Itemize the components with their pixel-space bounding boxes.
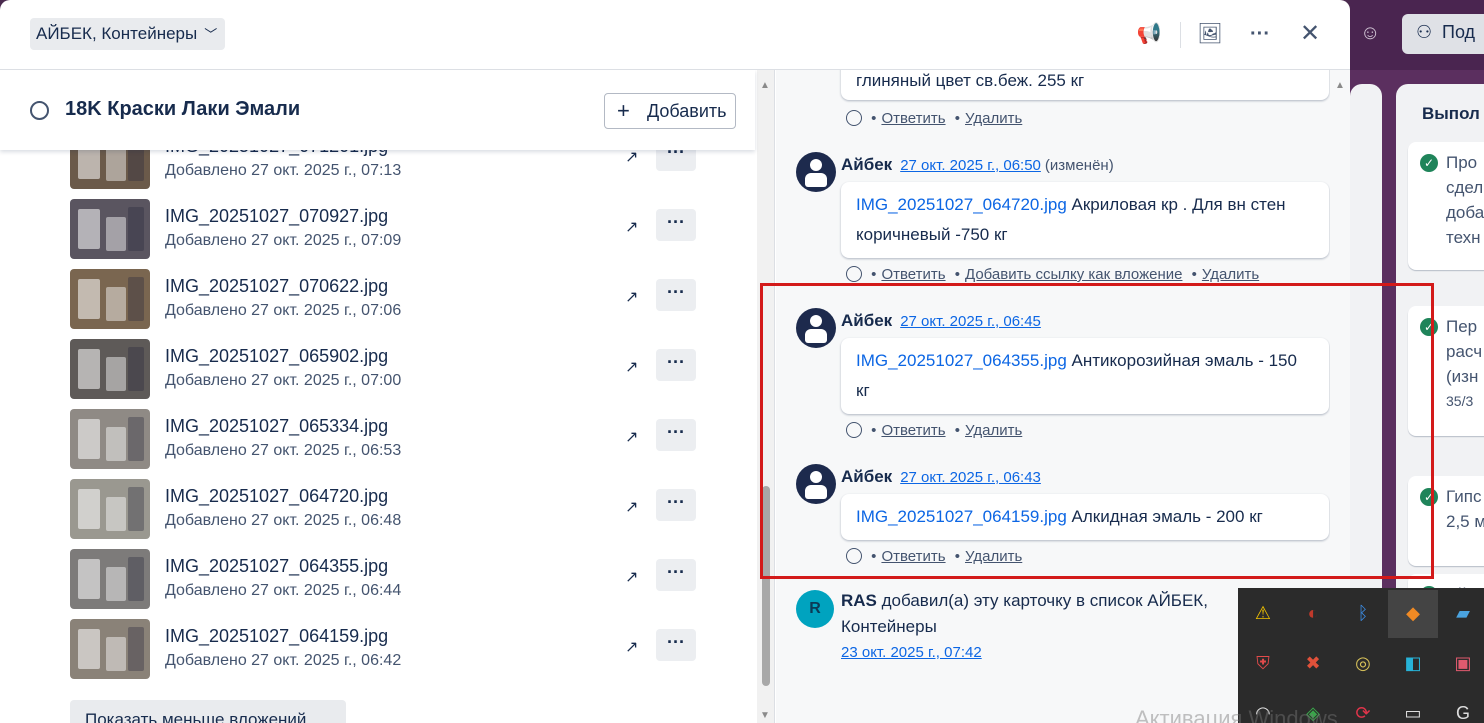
checklist-complete-toggle[interactable] (30, 101, 49, 120)
open-external-icon[interactable]: ↗ (625, 497, 638, 517)
modal-header: АЙБЕК, Контейнеры ﹀ 📢 🖼 ··· ✕ (0, 0, 1350, 70)
delete-link[interactable]: Удалить (1202, 266, 1259, 283)
list-select[interactable]: АЙБЕК, Контейнеры ﹀ (30, 18, 226, 50)
card-details-pane: 18K Краски Лаки Эмали + Добавить IMG_202… (0, 70, 775, 723)
add-item-button[interactable]: + Добавить (604, 93, 736, 129)
add-person-icon: ⚇ (1416, 22, 1433, 42)
open-external-icon[interactable]: ↗ (625, 357, 638, 377)
reply-link[interactable]: Ответить (881, 266, 945, 283)
attachment-more-button[interactable]: ··· (656, 279, 696, 311)
comment-actions: • Ответить • Удалить (846, 110, 1022, 127)
attachment-item[interactable]: IMG_20251027_064355.jpg Добавлено 27 окт… (70, 549, 700, 609)
disc-icon[interactable]: ◎ (1350, 650, 1376, 676)
windows-activation-watermark: Активация Windows (1135, 706, 1338, 723)
bluetooth-icon[interactable]: ᛒ (1350, 600, 1376, 626)
attachment-more-button[interactable]: ··· (656, 559, 696, 591)
board-card[interactable]: ✓ Про сдел доба техн (1408, 142, 1484, 270)
app-icon[interactable]: ◆ (1400, 600, 1426, 626)
warning-icon[interactable]: ⚠ (1250, 600, 1276, 626)
delete-link[interactable]: Удалить (965, 110, 1022, 127)
open-external-icon[interactable]: ↗ (625, 427, 638, 447)
share-button[interactable]: ⚇ Под (1402, 14, 1484, 54)
board-header: ☺ ⚇ Под (1350, 0, 1484, 70)
app-icon[interactable]: ◐ (1300, 600, 1326, 626)
attachment-more-button[interactable]: ··· (656, 629, 696, 661)
attachment-item[interactable]: IMG_20251027_070927.jpg Добавлено 27 окт… (70, 199, 700, 259)
plus-icon: + (617, 98, 630, 123)
avatar[interactable]: R (796, 590, 834, 628)
reply-link[interactable]: Ответить (881, 110, 945, 127)
checklist-badge: 35/3 (1446, 393, 1474, 409)
app-icon[interactable]: G (1450, 700, 1476, 723)
attachment-link[interactable]: IMG_20251027_064720.jpg (856, 195, 1067, 214)
scroll-down-arrow[interactable]: ▼ (760, 710, 770, 721)
attachment-thumbnail[interactable] (70, 199, 150, 259)
app-icon[interactable]: ◧ (1400, 650, 1426, 676)
attachment-more-button[interactable]: ··· (656, 349, 696, 381)
list-title: Выпол (1422, 104, 1480, 123)
app-icon[interactable]: ▣ (1450, 650, 1476, 676)
checklist-header: 18K Краски Лаки Эмали + Добавить (0, 70, 755, 150)
activity-timestamp[interactable]: 23 окт. 2025 г., 07:42 (841, 640, 1241, 666)
tools-icon[interactable]: ✖ (1300, 650, 1326, 676)
open-external-icon[interactable]: ↗ (625, 147, 638, 167)
close-icon[interactable]: ✕ (1294, 18, 1326, 50)
activity-entry: RAS добавил(а) эту карточку в список АЙБ… (841, 588, 1241, 666)
app-icon[interactable]: ▭ (1400, 700, 1426, 723)
attachment-thumbnail[interactable] (70, 339, 150, 399)
comment-body[interactable]: IMG_20251027_064720.jpg Акриловая кр . Д… (841, 182, 1329, 258)
scroll-up-arrow[interactable]: ▲ (1335, 80, 1345, 91)
members-icon[interactable]: ☺ (1360, 22, 1388, 50)
add-link-as-attachment-link[interactable]: Добавить ссылку как вложение (965, 266, 1182, 283)
attachment-thumbnail[interactable] (70, 479, 150, 539)
comment-timestamp[interactable]: 27 окт. 2025 г., 06:50 (900, 157, 1041, 174)
chevron-down-icon: ﹀ (204, 27, 218, 42)
sync-icon[interactable]: ⟳ (1350, 700, 1376, 723)
add-reaction-icon[interactable] (846, 266, 862, 282)
attachment-item[interactable]: IMG_20251027_070622.jpg Добавлено 27 окт… (70, 269, 700, 329)
comment-body[interactable]: глиняный цвет св.беж. 255 кг (841, 70, 1329, 100)
attachment-item[interactable]: IMG_20251027_065334.jpg Добавлено 27 окт… (70, 409, 700, 469)
done-icon: ✓ (1420, 154, 1438, 172)
system-tray-overflow: ⚠ ◐ ᛒ ◆ ▰ ⛨ ✖ ◎ ◧ ▣ ◠ ◈ ⟳ ▭ G (1238, 588, 1484, 723)
comment-actions: • Ответить • Добавить ссылку как вложение … (846, 266, 1259, 283)
activity-user[interactable]: RAS (841, 591, 877, 610)
more-icon[interactable]: ··· (1244, 18, 1276, 50)
attachment-item[interactable]: IMG_20251027_065902.jpg Добавлено 27 окт… (70, 339, 700, 399)
attachment-more-button[interactable]: ··· (656, 489, 696, 521)
open-external-icon[interactable]: ↗ (625, 287, 638, 307)
attachment-thumbnail[interactable] (70, 549, 150, 609)
highlight-box (760, 283, 1434, 579)
attachment-more-button[interactable]: ··· (656, 419, 696, 451)
open-external-icon[interactable]: ↗ (625, 567, 638, 587)
security-icon[interactable]: ⛨ (1250, 650, 1276, 676)
app-icon[interactable]: ▰ (1450, 600, 1476, 626)
image-cover-icon[interactable]: 🖼 (1194, 18, 1226, 50)
add-reaction-icon[interactable] (846, 110, 862, 126)
megaphone-icon[interactable]: 📢 (1133, 18, 1165, 50)
attachment-thumbnail[interactable] (70, 619, 150, 679)
attachment-item[interactable]: IMG_20251027_064720.jpg Добавлено 27 окт… (70, 479, 700, 539)
show-less-attachments-button[interactable]: Показать меньше вложений (70, 700, 346, 723)
checklist-title: 18K Краски Лаки Эмали (65, 98, 301, 120)
comment-header: Айбек 27 окт. 2025 г., 06:50 (изменён) (841, 155, 1114, 174)
attachment-item[interactable]: IMG_20251027_064159.jpg Добавлено 27 окт… (70, 619, 700, 679)
open-external-icon[interactable]: ↗ (625, 637, 638, 657)
avatar[interactable] (796, 152, 836, 192)
attachment-thumbnail[interactable] (70, 269, 150, 329)
attachment-thumbnail[interactable] (70, 409, 150, 469)
open-external-icon[interactable]: ↗ (625, 217, 638, 237)
attachment-more-button[interactable]: ··· (656, 209, 696, 241)
scroll-up-arrow[interactable]: ▲ (760, 80, 770, 91)
header-divider (1180, 22, 1181, 48)
